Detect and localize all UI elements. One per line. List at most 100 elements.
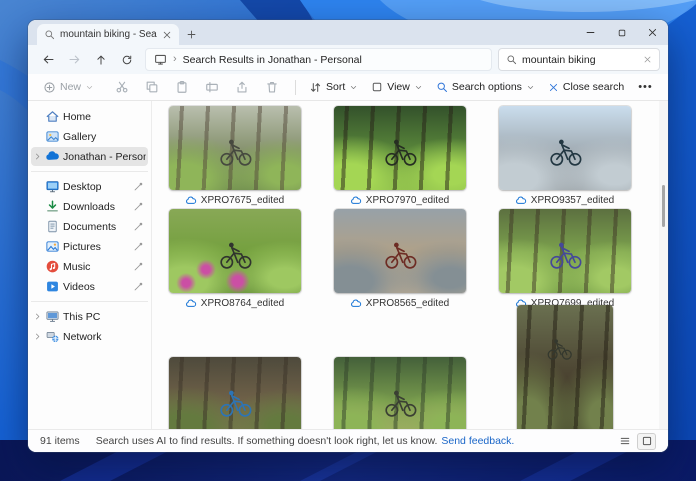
navigation-pane: HomeGallery Jonathan - Personal DesktopDow… — [28, 101, 151, 429]
more-options-button[interactable]: ••• — [632, 77, 659, 97]
paste-button[interactable] — [170, 77, 194, 97]
forward-button[interactable] — [62, 49, 87, 71]
chevron-down-icon — [349, 83, 358, 92]
documents-icon — [45, 219, 60, 234]
file-thumbnail — [169, 357, 301, 429]
sidebar-item-music[interactable]: Music — [31, 257, 148, 276]
toolbar-divider — [295, 80, 296, 95]
search-box[interactable] — [498, 48, 660, 71]
chevron-down-icon — [526, 83, 535, 92]
close-search-button[interactable]: Close search — [543, 77, 629, 97]
window-controls — [575, 20, 668, 45]
cut-button[interactable] — [110, 77, 134, 97]
sidebar-item-label: Jonathan - Personal — [63, 151, 146, 163]
delete-button[interactable] — [260, 77, 284, 97]
file-tile[interactable]: XPRO7675_edited — [152, 106, 317, 207]
back-button[interactable] — [36, 49, 61, 71]
address-field[interactable]: › Search Results in Jonathan - Personal — [145, 48, 492, 71]
close-button[interactable] — [637, 20, 668, 45]
sidebar-item-videos[interactable]: Videos — [31, 277, 148, 296]
pin-icon — [133, 261, 144, 272]
chevron-right-icon[interactable] — [33, 312, 42, 321]
sidebar-item-this-pc[interactable]: This PC — [31, 307, 148, 326]
pictures-icon — [45, 239, 60, 254]
sidebar-item-jonathan-personal[interactable]: Jonathan - Personal — [31, 147, 148, 166]
copy-icon — [145, 80, 159, 94]
share-button[interactable] — [230, 77, 254, 97]
maximize-button[interactable] — [606, 20, 637, 45]
back-icon — [42, 53, 55, 66]
status-bar: 91 items Search uses AI to find results.… — [28, 429, 668, 452]
minimize-icon — [585, 27, 596, 38]
sidebar-item-label: Videos — [63, 281, 130, 293]
sort-button[interactable]: Sort — [304, 77, 363, 97]
sidebar-item-label: Documents — [63, 221, 130, 233]
file-tile[interactable]: XPRO7699_edited — [482, 209, 647, 310]
chevron-right-icon[interactable] — [33, 152, 42, 161]
up-button[interactable] — [88, 49, 113, 71]
up-icon — [95, 54, 107, 66]
chevron-right-icon[interactable] — [33, 332, 42, 341]
plus-icon — [186, 29, 197, 40]
search-options-button[interactable]: Search options — [431, 77, 540, 97]
clear-search-icon[interactable] — [643, 55, 652, 64]
preview-button[interactable]: Preview — [662, 77, 668, 97]
videos-icon — [45, 279, 60, 294]
sidebar-item-documents[interactable]: Documents — [31, 217, 148, 236]
sidebar-item-home[interactable]: Home — [31, 107, 148, 126]
minimize-button[interactable] — [575, 20, 606, 45]
thumbnails-view-icon — [641, 435, 653, 447]
file-thumbnail — [499, 209, 631, 293]
copy-button[interactable] — [140, 77, 164, 97]
sidebar-item-downloads[interactable]: Downloads — [31, 197, 148, 216]
file-tile[interactable]: XPRO9357_edited — [482, 106, 647, 207]
monitor-icon — [154, 53, 167, 66]
forward-icon — [68, 53, 81, 66]
file-grid: XPRO7675_edited XPRO7970_edited XPRO9357_e… — [152, 106, 668, 429]
tab-close-icon[interactable] — [162, 30, 172, 40]
rename-button[interactable] — [200, 77, 224, 97]
file-tile[interactable]: XPRO8565_edited — [317, 209, 482, 310]
file-label: XPRO8565_edited — [350, 297, 449, 310]
close-search-icon — [548, 82, 559, 93]
file-tile[interactable] — [482, 305, 647, 429]
close-icon — [647, 27, 658, 38]
file-label: XPRO7970_edited — [350, 194, 449, 207]
sidebar-item-network[interactable]: Network — [31, 327, 148, 346]
scrollbar-track[interactable] — [659, 101, 668, 429]
file-thumbnail — [169, 106, 301, 190]
send-feedback-link[interactable]: Send feedback. — [441, 435, 514, 447]
sidebar-separator — [31, 301, 148, 302]
grid-row: XPRO7675_edited XPRO7970_edited XPRO9357_e… — [152, 106, 668, 207]
ai-search-message: Search uses AI to find results. If somet… — [96, 435, 438, 447]
view-icon — [371, 81, 383, 93]
cloud-sync-icon — [350, 195, 362, 207]
new-tab-button[interactable] — [179, 24, 203, 45]
tab-search-icon — [44, 29, 55, 40]
file-thumbnail — [334, 106, 466, 190]
sidebar-item-desktop[interactable]: Desktop — [31, 177, 148, 196]
explorer-tab[interactable]: mountain biking - Search Res — [37, 24, 179, 45]
view-button[interactable]: View — [366, 77, 428, 97]
refresh-icon — [121, 54, 133, 66]
sidebar-item-pictures[interactable]: Pictures — [31, 237, 148, 256]
refresh-button[interactable] — [114, 49, 139, 71]
file-tile[interactable]: XPRO7970_edited — [317, 106, 482, 207]
window-body: HomeGallery Jonathan - Personal DesktopDow… — [28, 101, 668, 429]
sidebar-item-gallery[interactable]: Gallery — [31, 127, 148, 146]
file-label: XPRO7675_edited — [185, 194, 284, 207]
details-view-button[interactable] — [615, 433, 634, 450]
cloud-sync-icon — [185, 298, 197, 310]
share-icon — [235, 80, 249, 94]
pin-icon — [133, 281, 144, 292]
address-bar: › Search Results in Jonathan - Personal — [28, 45, 668, 74]
search-input[interactable] — [522, 54, 638, 66]
thumbnails-view-button[interactable] — [637, 433, 656, 450]
new-button[interactable]: New — [38, 77, 99, 97]
file-tile[interactable] — [152, 357, 317, 429]
file-tile[interactable]: XPRO8764_edited — [152, 209, 317, 310]
scrollbar-thumb[interactable] — [662, 185, 665, 227]
view-label: View — [387, 81, 410, 93]
file-tile[interactable] — [317, 357, 482, 429]
file-label: XPRO8764_edited — [185, 297, 284, 310]
